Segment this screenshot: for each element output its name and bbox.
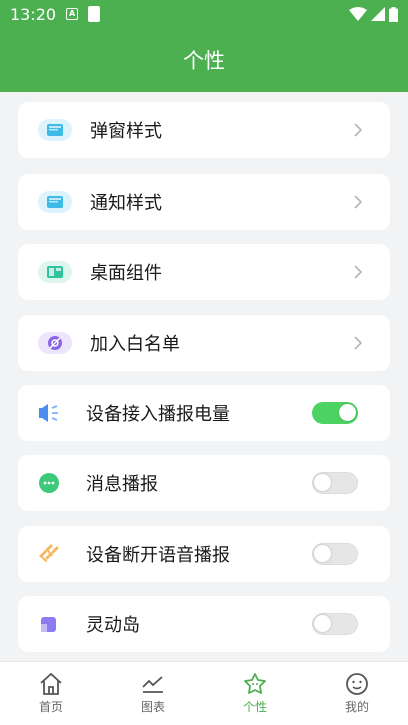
- disconnect-voice-label: 设备断开语音播报: [86, 545, 230, 566]
- notification-style-row[interactable]: 通知样式: [18, 174, 390, 230]
- battery-broadcast-toggle[interactable]: [312, 402, 358, 424]
- status-bar: 13:20 A: [0, 0, 408, 28]
- desktop-widget-row[interactable]: 桌面组件: [18, 244, 390, 300]
- toggle-knob: [314, 545, 331, 562]
- notification-a-icon: A: [66, 8, 79, 20]
- toggle-knob: [314, 615, 331, 632]
- personalize-icon: [244, 673, 266, 694]
- message-bubble-icon: [38, 470, 72, 496]
- chevron-right-icon: [354, 123, 363, 137]
- message-broadcast-toggle[interactable]: [312, 472, 358, 494]
- whitelist-icon: [38, 332, 72, 354]
- whitelist-label: 加入白名单: [90, 334, 180, 355]
- tab-home-label: 首页: [38, 700, 63, 714]
- chart-icon: [142, 676, 163, 693]
- message-broadcast-label: 消息播报: [86, 474, 158, 495]
- dynamic-island-label: 灵动岛: [86, 615, 140, 636]
- tab-personalize-label: 个性: [242, 700, 267, 714]
- tab-personalize[interactable]: 个性: [204, 662, 306, 725]
- disconnect-voice-toggle[interactable]: [312, 543, 358, 565]
- app-bar: 个性: [0, 28, 408, 92]
- popup-window-icon: [38, 119, 72, 141]
- smiley-face-icon: [346, 673, 368, 695]
- toggle-knob: [339, 404, 356, 421]
- tab-chart[interactable]: 图表: [102, 662, 204, 725]
- page-title: 个性: [183, 49, 225, 73]
- chevron-right-icon: [354, 265, 363, 279]
- message-broadcast-row: 消息播报: [18, 455, 390, 511]
- home-icon: [40, 672, 62, 695]
- signal-icon: [371, 7, 385, 21]
- speaker-icon: [38, 400, 72, 426]
- battery-broadcast-row: 设备接入播报电量: [18, 385, 390, 441]
- toggle-knob: [314, 474, 331, 491]
- dynamic-island-icon: [38, 611, 72, 637]
- tab-mine[interactable]: 我的: [306, 662, 408, 725]
- whitelist-row[interactable]: 加入白名单: [18, 315, 390, 371]
- notification-style-label: 通知样式: [90, 193, 162, 214]
- chevron-right-icon: [354, 336, 363, 350]
- desktop-widget-label: 桌面组件: [90, 263, 162, 284]
- battery-broadcast-label: 设备接入播报电量: [86, 404, 230, 425]
- tab-mine-label: 我的: [344, 700, 369, 714]
- popup-style-label: 弹窗样式: [90, 121, 162, 142]
- tab-chart-label: 图表: [140, 700, 165, 714]
- status-time: 13:20: [10, 4, 57, 24]
- link-broken-icon: [38, 541, 72, 567]
- dynamic-island-toggle[interactable]: [312, 613, 358, 635]
- popup-style-row[interactable]: 弹窗样式: [18, 102, 390, 158]
- tab-home[interactable]: 首页: [0, 662, 102, 725]
- notification-window-icon: [38, 191, 72, 213]
- sim-card-icon: [88, 6, 101, 22]
- disconnect-voice-row: 设备断开语音播报: [18, 526, 390, 582]
- wifi-icon: [349, 7, 367, 21]
- battery-icon: [389, 6, 398, 22]
- chevron-right-icon: [354, 195, 363, 209]
- desktop-widget-icon: [38, 261, 72, 283]
- dynamic-island-row: 灵动岛: [18, 596, 390, 652]
- bottom-tab-bar: 首页 图表 个性 我的: [0, 661, 408, 725]
